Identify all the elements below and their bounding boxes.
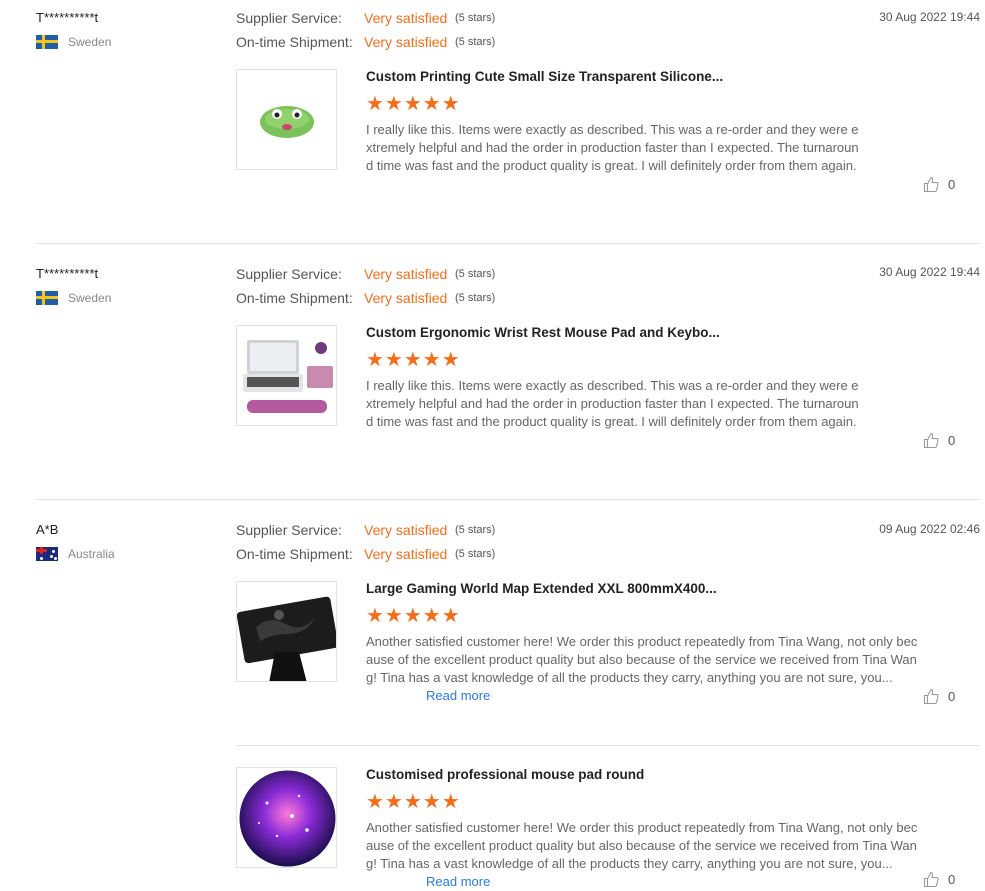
reviewer-name: T**********t — [36, 266, 99, 281]
product-title-link[interactable]: Customised professional mouse pad round — [366, 767, 644, 782]
supplier-service-label: Supplier Service: — [236, 266, 342, 282]
ontime-shipment-stars: (5 stars) — [455, 36, 496, 48]
review-text-content: Another satisfied customer here! We orde… — [366, 634, 918, 685]
reviewer-name: T**********t — [36, 10, 99, 25]
review-date: 30 Aug 2022 19:44 — [879, 265, 980, 279]
ontime-shipment-label: On-time Shipment: — [236, 546, 353, 562]
like-count: 0 — [948, 433, 956, 448]
reviewer-country: Sweden — [36, 291, 111, 305]
product-title-link[interactable]: Large Gaming World Map Extended XXL 800m… — [366, 581, 717, 596]
supplier-service-stars: (5 stars) — [455, 12, 496, 24]
sweden-flag-icon — [36, 291, 58, 305]
product-thumbnail[interactable] — [236, 325, 337, 426]
reviewer-country: Australia — [36, 547, 115, 561]
review-date: 09 Aug 2022 02:46 — [879, 522, 980, 536]
ontime-shipment-value: Very satisfied — [364, 34, 448, 50]
review-text: Another satisfied customer here! We orde… — [366, 633, 924, 705]
product-star-rating: ★★★★★ — [366, 349, 461, 371]
product-title-link[interactable]: Custom Ergonomic Wrist Rest Mouse Pad an… — [366, 325, 720, 340]
product-star-rating: ★★★★★ — [366, 93, 461, 115]
product-divider — [236, 745, 980, 746]
review-text: I really like this. Items were exactly a… — [366, 378, 859, 429]
read-more-link[interactable]: Read more — [426, 874, 490, 889]
ontime-shipment-stars: (5 stars) — [455, 292, 496, 304]
product-star-rating: ★★★★★ — [366, 791, 461, 813]
review-divider — [36, 243, 980, 244]
ontime-shipment-value: Very satisfied — [364, 546, 448, 562]
like-button[interactable]: 0 — [923, 871, 955, 888]
thumbs-up-icon — [923, 688, 939, 705]
sweden-flag-icon — [36, 35, 58, 49]
thumbs-up-icon — [923, 176, 939, 193]
like-button[interactable]: 0 — [923, 432, 955, 449]
product-thumbnail[interactable] — [236, 581, 337, 682]
country-name: Australia — [68, 547, 115, 561]
review-date: 30 Aug 2022 19:44 — [879, 10, 980, 24]
like-count: 0 — [948, 689, 956, 704]
read-more-link[interactable]: Read more — [426, 688, 490, 703]
supplier-service-label: Supplier Service: — [236, 10, 342, 26]
review-text: Another satisfied customer here! We orde… — [366, 819, 924, 891]
like-button[interactable]: 0 — [923, 688, 955, 705]
supplier-service-stars: (5 stars) — [455, 268, 496, 280]
australia-flag-icon — [36, 547, 58, 561]
like-button[interactable]: 0 — [923, 176, 955, 193]
thumbs-up-icon — [923, 432, 939, 449]
supplier-service-stars: (5 stars) — [455, 524, 496, 536]
product-thumbnail[interactable] — [236, 69, 337, 170]
like-count: 0 — [948, 872, 956, 887]
thumbs-up-icon — [923, 871, 939, 888]
ontime-shipment-label: On-time Shipment: — [236, 290, 353, 306]
product-thumbnail[interactable] — [236, 767, 337, 868]
review-text: I really like this. Items were exactly a… — [366, 122, 859, 173]
country-name: Sweden — [68, 35, 112, 49]
ontime-shipment-stars: (5 stars) — [455, 548, 496, 560]
like-count: 0 — [948, 177, 956, 192]
product-title-link[interactable]: Custom Printing Cute Small Size Transpar… — [366, 69, 723, 84]
supplier-service-label: Supplier Service: — [236, 522, 342, 538]
supplier-service-value: Very satisfied — [364, 266, 448, 282]
product-star-rating: ★★★★★ — [366, 605, 461, 627]
review-divider — [36, 499, 980, 500]
ontime-shipment-label: On-time Shipment: — [236, 34, 353, 50]
reviewer-country: Sweden — [36, 35, 111, 49]
reviewer-name: A*B — [36, 522, 59, 537]
review-text-content: Another satisfied customer here! We orde… — [366, 820, 918, 871]
ontime-shipment-value: Very satisfied — [364, 290, 448, 306]
supplier-service-value: Very satisfied — [364, 10, 448, 26]
country-name: Sweden — [68, 291, 112, 305]
supplier-service-value: Very satisfied — [364, 522, 448, 538]
